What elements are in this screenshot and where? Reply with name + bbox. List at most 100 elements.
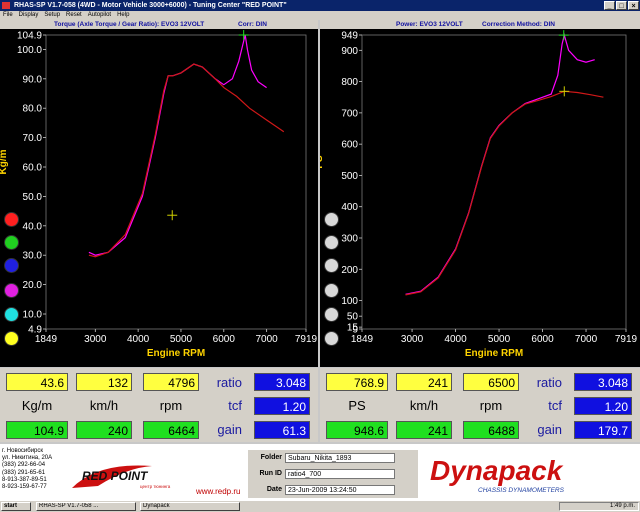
address-line: ул. Никитина, 20А	[2, 455, 53, 462]
speed-unit-label: km/h	[89, 398, 119, 413]
power-chart-svg: 949900800700600500400300200100501591849 3…	[320, 30, 638, 359]
power-header-corr: Correction Method: DIN	[482, 21, 555, 28]
x-tick-label: 1849	[351, 334, 374, 345]
color-dot-magenta[interactable]	[4, 283, 19, 298]
gray-dot[interactable]	[324, 331, 339, 346]
x-axis-label: Engine RPM	[465, 348, 523, 359]
run-id-value: ratio4_700	[285, 469, 395, 479]
y-tick-label: 60.0	[23, 163, 43, 174]
speed-unit-label: km/h	[409, 398, 439, 413]
minimize-button[interactable]: _	[604, 1, 615, 10]
run-id-label: Run ID	[259, 470, 282, 477]
y-tick-label: 100	[341, 296, 358, 307]
power-chart: 949 900 800 700 600 500 400 300 200 100 50 15 9 1849 3…	[320, 29, 640, 367]
color-dot-red[interactable]	[4, 212, 19, 227]
y-tick-label: 400	[341, 202, 358, 213]
x-tick-label: 3000	[401, 334, 424, 345]
x-tick-label: 7919	[295, 334, 318, 345]
plot-frame	[45, 34, 307, 330]
menu-autopilot[interactable]: Autopilot	[85, 11, 114, 20]
rpm-current-value: 4796	[143, 373, 199, 391]
folder-label: Folder	[260, 454, 282, 461]
taskbar-item-rhas[interactable]: RHAS-SP V1.7-058 ...	[36, 502, 136, 511]
y-axis-label: PS	[320, 155, 325, 169]
x-axis-label: Engine RPM	[147, 348, 205, 359]
menu-file[interactable]: File	[0, 11, 16, 20]
tcf-value: 1.20	[254, 397, 310, 415]
y-tick-label: 949	[341, 31, 358, 42]
x-tick-label: 6000	[531, 334, 554, 345]
contact-address: г. Новосибирск ул. Никитина, 20А (383) 2…	[2, 448, 52, 491]
y-tick-label: 700	[341, 108, 358, 119]
x-tick-label: 1849	[35, 334, 58, 345]
gain-label: gain	[217, 422, 242, 437]
x-tick-label: 5000	[488, 334, 511, 345]
speed-current-value: 132	[76, 373, 132, 391]
y-tick-label: 20.0	[23, 280, 43, 291]
color-dot-cyan[interactable]	[4, 307, 19, 322]
gray-dot[interactable]	[324, 307, 339, 322]
torque-readout-panel: 43.6 132 4796 Kg/m km/h rpm 104.9 240 64…	[0, 368, 318, 442]
y-tick-label: 80.0	[23, 104, 43, 115]
y-tick-label: 70.0	[23, 133, 43, 144]
color-dot-blue[interactable]	[4, 258, 19, 273]
ratio-label: ratio	[536, 375, 562, 390]
gray-dot[interactable]	[324, 235, 339, 250]
color-dot-yellow[interactable]	[4, 331, 19, 346]
dynapack-logo: Dynapack CHASSIS DYNAMOMETERS	[430, 455, 565, 494]
x-tick-label: 7000	[575, 334, 598, 345]
menu-display[interactable]: Display	[16, 11, 42, 20]
phone-line: 8-923-159-67-77	[2, 484, 47, 491]
rpm-unit-label: rpm	[479, 398, 503, 413]
app-icon	[2, 2, 10, 9]
menu-help[interactable]: Help	[114, 11, 132, 20]
gray-dot[interactable]	[324, 283, 339, 298]
phone-line: (383) 291-65-61	[2, 469, 46, 476]
torque-current-value: 43.6	[6, 373, 68, 391]
window-title-bar: RHAS-SP V1.7-058 (4WD - Motor Vehicle 30…	[0, 0, 640, 11]
start-button[interactable]: start	[1, 502, 31, 511]
website-link[interactable]: www.redp.ru	[196, 487, 240, 496]
speed-peak-value: 240	[76, 421, 132, 439]
crosshair-marker-1	[238, 30, 249, 40]
tcf-label: tcf	[548, 398, 562, 413]
rpm-peak-value: 6464	[143, 421, 199, 439]
color-dot-green[interactable]	[4, 235, 19, 250]
menu-setup[interactable]: Setup	[41, 11, 63, 20]
menu-reset[interactable]: Reset	[63, 11, 85, 20]
power-chart-header: Power: EVO3 12VOLT Correction Method: DI…	[320, 20, 640, 29]
gray-dot[interactable]	[324, 258, 339, 273]
x-tick-label: 4000	[444, 334, 467, 345]
ratio-value: 3.048	[574, 373, 632, 391]
y-tick-label: 104.9	[17, 31, 42, 42]
torque-chart-svg: 104.9 100.0 90.0 80.0 70.0 60.0 50.0 40.0 30.0 20…	[0, 30, 318, 359]
y-tick-label: 500	[341, 171, 358, 182]
y-tick-label: 900	[341, 46, 358, 57]
address-line: г. Новосибирск	[2, 448, 44, 454]
ratio-label: ratio	[216, 375, 242, 390]
torque-unit-label: Kg/m	[21, 398, 53, 413]
x-tick-label: 7000	[256, 334, 279, 345]
series-line-1	[405, 90, 604, 296]
y-tick-label: 800	[341, 77, 358, 88]
x-tick-label: 7919	[615, 334, 638, 345]
run-info-box: Folder Subaru_Nikita_1893 Run ID ratio4_…	[248, 450, 418, 498]
window-title: RHAS-SP V1.7-058 (4WD - Motor Vehicle 30…	[14, 2, 287, 9]
rpm-peak-value: 6488	[463, 421, 519, 439]
gray-dot[interactable]	[324, 212, 339, 227]
power-peak-value: 948.6	[326, 421, 388, 439]
close-button[interactable]: ×	[628, 1, 639, 10]
gain-label: gain	[537, 422, 562, 437]
power-readout-panel: 768.9 241 6500 PS km/h rpm 948.6 241 648…	[320, 368, 640, 442]
speed-current-value: 241	[396, 373, 452, 391]
taskbar-item-dynapack[interactable]: Dynapack	[140, 502, 240, 511]
x-tick-label: 4000	[127, 334, 150, 345]
logo-text: RED POINT	[82, 469, 149, 483]
y-tick-label: 600	[341, 140, 358, 151]
y-tick-label: 50	[347, 312, 359, 323]
maximize-button[interactable]: □	[616, 1, 627, 10]
torque-header-title: Torque (Axle Torque / Gear Ratio): EVO3 …	[54, 21, 205, 28]
y-tick-label: 40.0	[23, 221, 43, 232]
y-tick-label: 10.0	[23, 310, 43, 321]
y-axis-label: Kg/m	[0, 149, 9, 174]
